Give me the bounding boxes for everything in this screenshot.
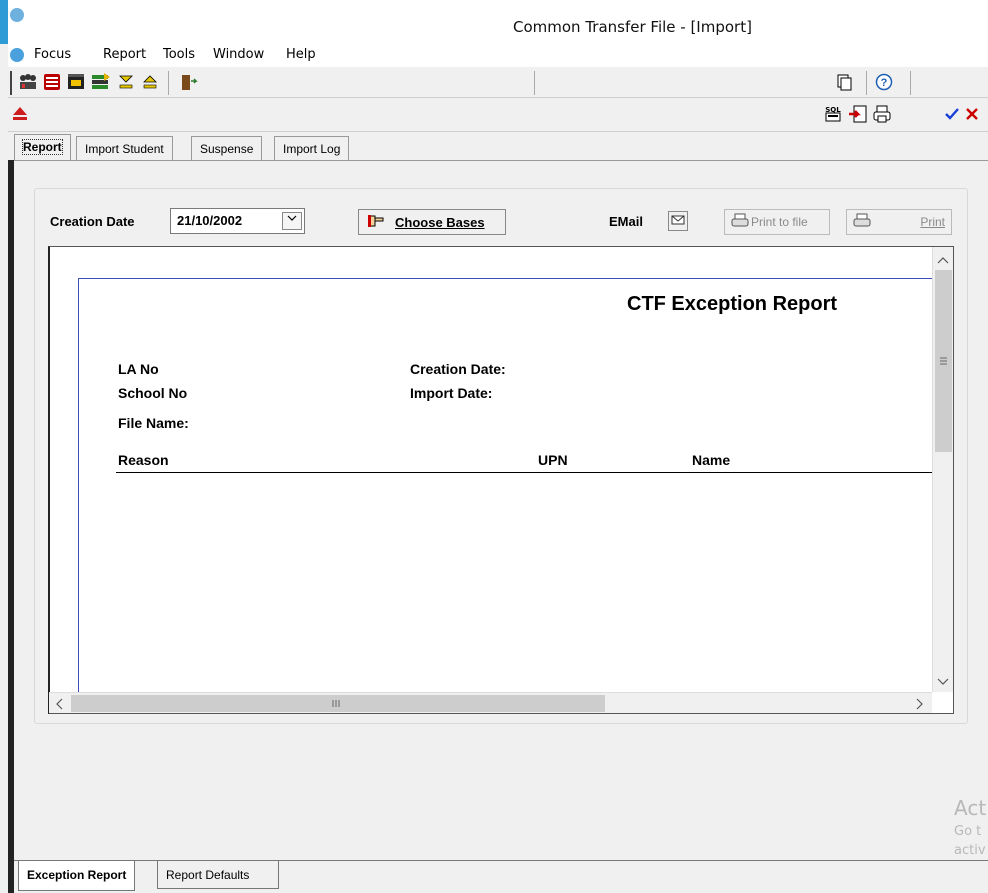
vertical-scrollbar[interactable] [932,247,953,692]
watermark-line-1: Act [954,796,987,820]
app-menu-icon[interactable] [10,48,24,62]
printer-icon[interactable] [872,104,892,124]
column-reason: Reason [118,452,169,468]
scroll-down-icon[interactable] [937,675,949,689]
tab-import-student-label: Import Student [85,142,164,156]
chevron-down-icon[interactable] [282,212,302,230]
toolbar-separator-4 [910,71,911,95]
confirm-check-icon[interactable] [942,104,962,124]
toolbar-separator [168,71,169,95]
column-name: Name [692,452,731,468]
creation-date-value: 21/10/2002 [177,213,243,228]
tab-import-student[interactable]: Import Student [76,136,173,162]
menu-report[interactable]: Report [103,47,146,62]
main-toolbar: ? [8,66,988,98]
tab-report-label: Report [22,139,63,155]
scroll-up-icon[interactable] [937,253,949,267]
la-no-label: LA No [118,361,159,377]
watermark-line-2: Go t [954,824,982,839]
watermark-line-3: activ [954,843,986,858]
activation-watermark: Act Go t activ [954,796,988,858]
email-label: EMail [609,214,643,229]
school-no-label: School No [118,385,188,401]
toolbar-separator-2 [534,71,535,95]
horizontal-scroll-thumb[interactable] [71,695,605,712]
print-button[interactable]: Print [846,209,952,235]
creation-date-label: Creation Date [50,214,135,229]
tab-suspense[interactable]: Suspense [191,136,263,162]
print-to-file-icon [731,213,749,232]
tab-import-log[interactable]: Import Log [274,136,350,162]
print-to-file-label: Print to file [751,215,808,229]
file-name-label: File Name: [118,415,189,431]
school-icon[interactable] [66,72,86,92]
import-icon[interactable] [848,104,868,124]
tab-exception-report[interactable]: Exception Report [18,861,136,891]
header-rule [116,472,932,473]
svg-text:?: ? [881,77,888,89]
menu-focus[interactable]: Focus [34,47,71,62]
tab-report[interactable]: Report [14,134,71,162]
title-bar: Common Transfer File - [Import] [0,0,988,44]
people-icon[interactable] [18,72,38,92]
toolbar-grip [10,71,12,95]
arrow-down-icon[interactable] [116,72,136,92]
exit-door-icon[interactable] [178,72,198,92]
choose-bases-button[interactable]: Choose Bases [358,209,506,235]
pointing-hand-icon [367,213,385,232]
scroll-left-icon[interactable] [55,698,63,713]
creation-date-report-label: Creation Date: [410,361,506,377]
email-checkbox[interactable] [668,211,688,231]
tab-report-defaults[interactable]: Report Defaults [157,861,279,889]
scroll-right-icon[interactable] [916,698,924,713]
tab-import-log-label: Import Log [283,142,341,156]
horizontal-scrollbar[interactable] [49,692,932,713]
cancel-x-icon[interactable] [962,104,982,124]
import-date-label: Import Date: [410,385,493,401]
app-icon [10,8,24,22]
column-upn: UPN [538,452,568,468]
toolbar-separator-3 [866,71,867,95]
arrow-up-icon[interactable] [140,72,160,92]
form-toolbar: SQL [8,98,988,132]
print-icon [853,213,871,232]
menu-help[interactable]: Help [286,47,316,62]
vertical-scroll-thumb[interactable] [935,270,952,452]
print-label: Print [920,215,945,229]
creation-date-picker[interactable]: 21/10/2002 [170,208,305,234]
sql-icon[interactable]: SQL [822,104,844,124]
tab-suspense-label: Suspense [200,142,254,156]
window-title: Common Transfer File - [Import] [513,18,752,36]
tab-report-defaults-label: Report Defaults [166,868,250,882]
menu-tools[interactable]: Tools [163,47,195,62]
print-to-file-button[interactable]: Print to file [724,209,830,235]
menu-bar: Focus Report Tools Window Help [8,44,988,66]
report-title: CTF Exception Report [627,293,838,315]
records-icon[interactable] [42,72,62,92]
tab-exception-report-label: Exception Report [27,868,127,882]
menu-window[interactable]: Window [213,47,264,62]
eject-icon[interactable] [10,104,30,124]
report-page [78,278,934,692]
choose-bases-label: Choose Bases [395,214,485,230]
help-icon[interactable]: ? [874,72,894,92]
envelope-icon [671,214,685,229]
stack-icon[interactable] [90,72,110,92]
copy-pages-icon[interactable] [834,72,854,92]
